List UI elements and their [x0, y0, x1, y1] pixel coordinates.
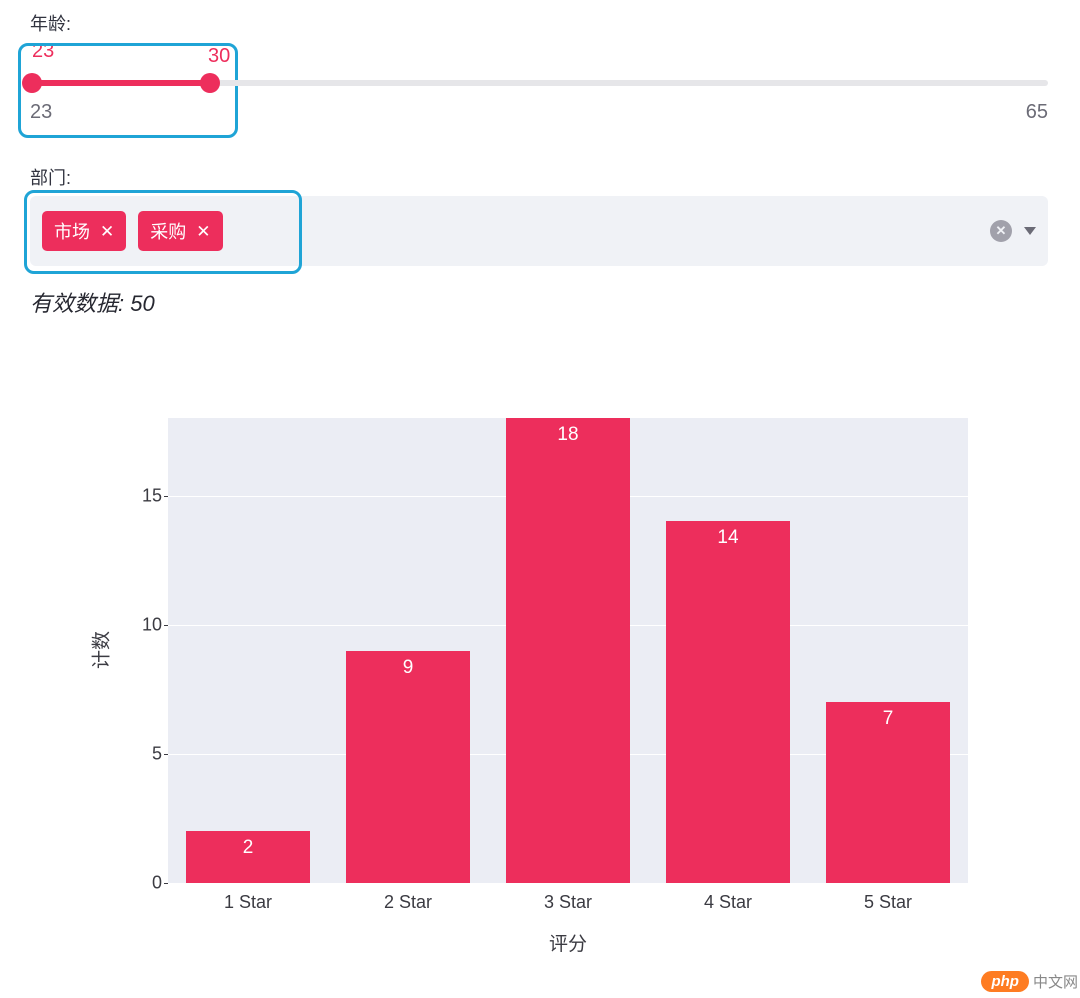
- chip-label: 市场: [54, 218, 90, 244]
- bar: 7: [826, 702, 951, 883]
- watermark-text: 中文网: [1033, 971, 1078, 992]
- y-tick-label: 15: [140, 485, 162, 506]
- age-max: 65: [1026, 101, 1048, 124]
- x-tick-label: 1 Star: [224, 892, 272, 913]
- bar: 9: [346, 651, 471, 884]
- bar: 14: [666, 521, 791, 883]
- y-axis-title: 计数: [87, 631, 114, 669]
- slider-thumb-high[interactable]: [200, 73, 220, 93]
- x-axis-title: 评分: [549, 929, 587, 956]
- bar-value-label: 14: [666, 527, 791, 549]
- age-value-low: 23: [32, 40, 54, 63]
- age-label: 年龄:: [30, 10, 1050, 36]
- bar-value-label: 9: [346, 657, 471, 679]
- watermark-badge: php: [981, 971, 1029, 992]
- chip-label: 采购: [150, 218, 186, 244]
- slider-fill: [30, 80, 210, 86]
- gridline: [168, 883, 968, 884]
- chip-purchasing[interactable]: 采购 ✕: [138, 211, 222, 251]
- bar-value-label: 18: [506, 424, 631, 446]
- y-tick-label: 5: [140, 743, 162, 764]
- dept-multiselect[interactable]: 市场 ✕ 采购 ✕ ✕: [30, 196, 1048, 266]
- bar: 18: [506, 418, 631, 883]
- y-tick-label: 10: [140, 614, 162, 635]
- slider-thumb-low[interactable]: [22, 73, 42, 93]
- age-range-slider[interactable]: 23 30 23 65: [30, 40, 1048, 140]
- y-tick-label: 0: [140, 873, 162, 894]
- x-tick-label: 5 Star: [864, 892, 912, 913]
- bar-chart: 2 9 18 14 7 0 5 10 15 1 Star 2 Star 3 Star 4 Star 5…: [70, 418, 990, 978]
- bar: 2: [186, 831, 311, 883]
- watermark: php 中文网: [981, 971, 1078, 992]
- x-tick-label: 3 Star: [544, 892, 592, 913]
- x-tick-label: 4 Star: [704, 892, 752, 913]
- clear-all-icon[interactable]: ✕: [990, 220, 1012, 242]
- bar-value-label: 2: [186, 837, 311, 859]
- bar-value-label: 7: [826, 708, 951, 730]
- chip-market[interactable]: 市场 ✕: [42, 211, 126, 251]
- chevron-down-icon[interactable]: [1024, 227, 1036, 235]
- age-value-high: 30: [208, 45, 230, 68]
- close-icon[interactable]: ✕: [100, 223, 114, 240]
- valid-data-text: 有效数据: 50: [30, 286, 1050, 318]
- age-min: 23: [30, 101, 52, 124]
- dept-label: 部门:: [30, 164, 1050, 190]
- close-icon[interactable]: ✕: [196, 223, 210, 240]
- x-tick-label: 2 Star: [384, 892, 432, 913]
